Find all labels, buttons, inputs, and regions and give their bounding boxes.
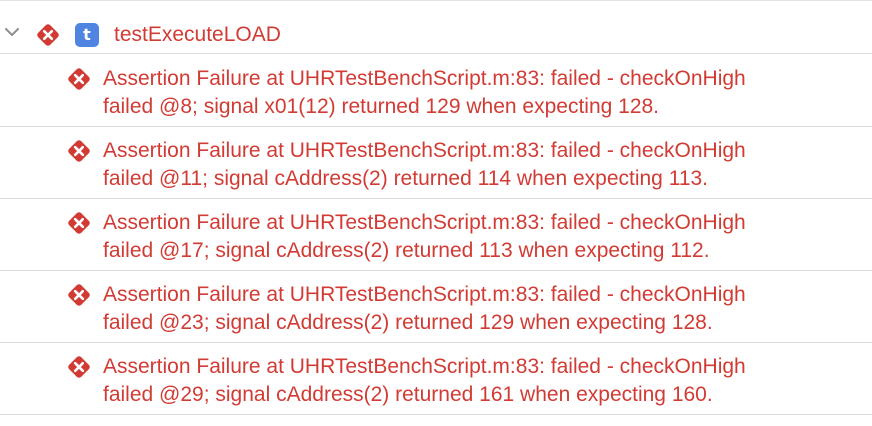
failure-message: Assertion Failure at UHRTestBenchScript.… — [103, 137, 863, 193]
failure-message-line-2: failed @23; signal cAddress(2) returned … — [103, 311, 713, 334]
test-type-badge-icon: t — [75, 23, 99, 47]
failure-message: Assertion Failure at UHRTestBenchScript.… — [103, 65, 863, 121]
failure-message-line-1: Assertion Failure at UHRTestBenchScript.… — [103, 67, 746, 90]
failure-message-line-1: Assertion Failure at UHRTestBenchScript.… — [103, 355, 746, 378]
test-row-testExecuteLOAD[interactable]: t testExecuteLOAD — [0, 1, 872, 54]
failure-x-icon — [66, 282, 92, 308]
failure-row[interactable]: Assertion Failure at UHRTestBenchScript.… — [0, 343, 872, 415]
failure-list: Assertion Failure at UHRTestBenchScript.… — [0, 55, 872, 415]
failure-message-line-1: Assertion Failure at UHRTestBenchScript.… — [103, 211, 746, 234]
failure-message-line-2: failed @29; signal cAddress(2) returned … — [103, 383, 713, 406]
failure-row[interactable]: Assertion Failure at UHRTestBenchScript.… — [0, 271, 872, 343]
failure-x-icon — [66, 354, 92, 380]
failure-message-line-2: failed @17; signal cAddress(2) returned … — [103, 239, 710, 262]
failure-message: Assertion Failure at UHRTestBenchScript.… — [103, 281, 863, 337]
failure-row[interactable]: Assertion Failure at UHRTestBenchScript.… — [0, 55, 872, 127]
failure-x-icon — [66, 66, 92, 92]
failure-message-line-2: failed @8; signal x01(12) returned 129 w… — [103, 95, 660, 118]
chevron-down-icon[interactable] — [4, 25, 20, 37]
failure-row[interactable]: Assertion Failure at UHRTestBenchScript.… — [0, 127, 872, 199]
failure-message-line-1: Assertion Failure at UHRTestBenchScript.… — [103, 139, 746, 162]
failure-message: Assertion Failure at UHRTestBenchScript.… — [103, 353, 863, 409]
failure-message-line-2: failed @11; signal cAddress(2) returned … — [103, 167, 709, 190]
failure-x-icon — [66, 210, 92, 236]
test-name: testExecuteLOAD — [114, 23, 281, 46]
failure-x-icon — [66, 138, 92, 164]
failure-x-icon — [35, 22, 61, 48]
failure-message-line-1: Assertion Failure at UHRTestBenchScript.… — [103, 283, 746, 306]
failure-row[interactable]: Assertion Failure at UHRTestBenchScript.… — [0, 199, 872, 271]
test-navigator: t testExecuteLOAD Assertion Failure at U… — [0, 0, 872, 426]
failure-message: Assertion Failure at UHRTestBenchScript.… — [103, 209, 863, 265]
